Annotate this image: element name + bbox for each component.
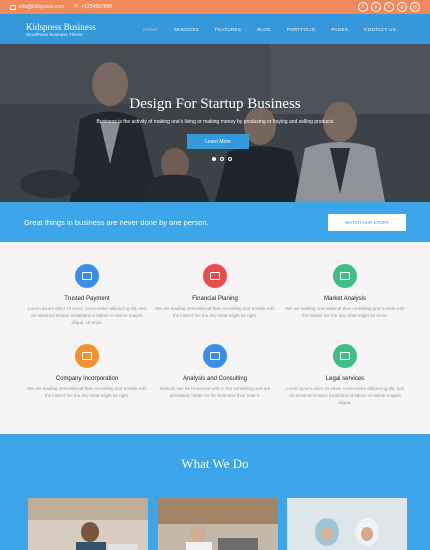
cta-text: Great things in business are never done … [24, 217, 209, 227]
slider-dot-3[interactable] [228, 157, 232, 161]
portfolio-image [287, 498, 407, 550]
service-description: Lorem ipsum dolor sit amet, consectetur … [285, 386, 405, 405]
facebook-icon[interactable]: f [358, 2, 368, 12]
service-title[interactable]: Analysis and Consulting [150, 376, 280, 382]
instagram-icon[interactable]: ◎ [410, 2, 420, 12]
bank-icon [333, 344, 357, 368]
service-description: Nobody can be reasoned with in this cons… [159, 386, 271, 398]
section-title: What We Do [181, 456, 249, 471]
service-title[interactable]: Company Incorporation [22, 376, 152, 382]
what-we-do-section: What We Do [0, 434, 430, 550]
twitter-icon[interactable]: t [384, 2, 394, 12]
nav-item-services[interactable]: Services [166, 24, 207, 35]
service-title[interactable]: Financial Planing [150, 296, 280, 302]
portfolio-card-2[interactable] [158, 498, 278, 550]
site-title[interactable]: Kidspress Business [26, 22, 96, 32]
phone-icon: ✆ [74, 4, 79, 10]
service-item: Analysis and Consulting Nobody can be re… [150, 344, 280, 400]
email-text: info@kidspress.com [19, 4, 65, 10]
chart-icon [203, 264, 227, 288]
nav-item-home[interactable]: Home [135, 24, 166, 35]
analytics-icon [333, 264, 357, 288]
slider-dot-2[interactable] [220, 157, 224, 161]
service-description: Lorem ipsum dolor sit amet, consectetur … [27, 306, 147, 325]
portfolio-image [158, 498, 278, 550]
nav-item-contact[interactable]: Contact Us [356, 24, 404, 35]
email-contact[interactable]: info@kidspress.com [10, 4, 64, 10]
learn-more-button[interactable]: Learn More [187, 134, 249, 149]
hero-subtitle: Business is the activity of making one's… [96, 119, 334, 125]
service-title[interactable]: Legal services [280, 376, 410, 382]
service-description: We are leading international that consul… [285, 306, 405, 318]
pinterest-icon[interactable]: p [371, 2, 381, 12]
top-bar: info@kidspress.com ✆ +1234567890 f p t g … [0, 0, 430, 14]
service-description: We are leading international that consul… [155, 306, 275, 318]
main-navigation: Home Services Features Blog Portfolio Pa… [135, 24, 404, 35]
hero-slider: Design For Startup Business Business is … [0, 44, 430, 202]
service-item: Company Incorporation We are leading int… [22, 344, 152, 400]
nav-item-features[interactable]: Features [207, 24, 249, 35]
slider-dot-1[interactable] [212, 157, 216, 161]
service-title[interactable]: Market Analysis [280, 296, 410, 302]
hero-title: Design For Startup Business [129, 96, 301, 112]
slider-dots [212, 157, 232, 161]
google-plus-icon[interactable]: g [397, 2, 407, 12]
portfolio-image [28, 498, 148, 550]
service-description: We are leading international that consul… [27, 386, 147, 398]
service-item: Financial Planing We are leading interna… [150, 264, 280, 320]
nav-item-portfolio[interactable]: Portfolio [279, 24, 324, 35]
portfolio-card-3[interactable] [287, 498, 407, 550]
service-item: Trusted Payment Lorem ipsum dolor sit am… [22, 264, 152, 326]
site-branding[interactable]: Kidspress Business WordPress Business Th… [26, 22, 96, 37]
social-links: f p t g ◎ [358, 2, 420, 12]
phone-text: +1234567890 [81, 4, 113, 10]
services-section: Trusted Payment Lorem ipsum dolor sit am… [0, 242, 430, 434]
service-title[interactable]: Trusted Payment [22, 296, 152, 302]
phone-contact[interactable]: ✆ +1234567890 [74, 4, 112, 10]
site-header: Kidspress Business WordPress Business Th… [0, 14, 430, 44]
nav-item-blog[interactable]: Blog [249, 24, 279, 35]
nav-item-pages[interactable]: Pages [323, 24, 356, 35]
site-tagline: WordPress Business Theme [26, 31, 83, 37]
gears-icon [203, 344, 227, 368]
mail-icon [10, 4, 16, 10]
service-item: Legal services Lorem ipsum dolor sit ame… [280, 344, 410, 406]
card-icon [75, 264, 99, 288]
watch-our-story-button[interactable]: Watch Our Story [328, 213, 406, 231]
portfolio-card-1[interactable] [28, 498, 148, 550]
call-to-action: Great things in business are never done … [0, 202, 430, 242]
handshake-icon [75, 344, 99, 368]
service-item: Market Analysis We are leading internati… [280, 264, 410, 320]
